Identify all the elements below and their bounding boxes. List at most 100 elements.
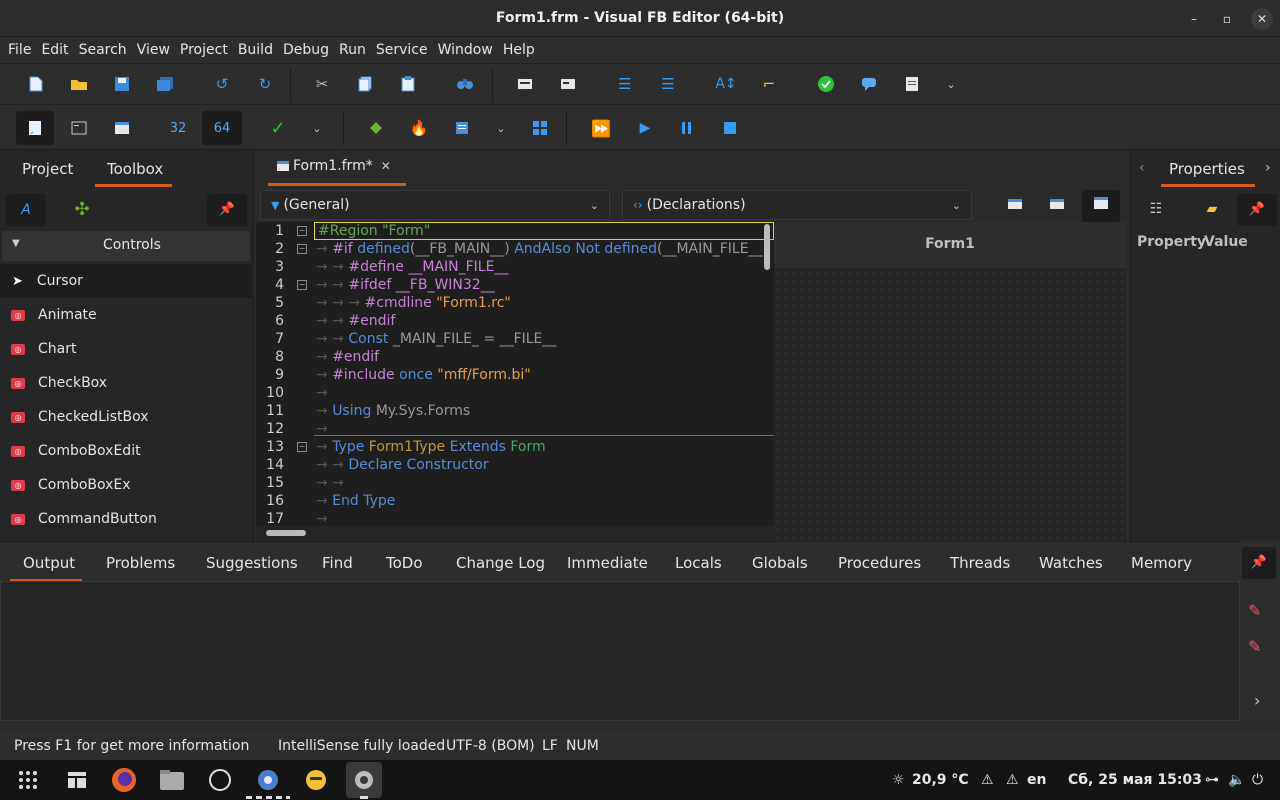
windows-overview-icon[interactable] bbox=[61, 764, 93, 796]
code-editor[interactable]: 1− #Region "Form" 2− → #if defined(__FB_MA… bbox=[256, 222, 774, 526]
fold-icon[interactable]: − bbox=[297, 226, 307, 236]
settings-gear-icon[interactable] bbox=[252, 764, 284, 796]
tab-immediate[interactable]: Immediate bbox=[567, 554, 648, 572]
fold-icon[interactable]: − bbox=[297, 244, 307, 254]
control-item[interactable]: ◎ CheckedListBox bbox=[0, 400, 252, 434]
tab-globals[interactable]: Globals bbox=[752, 554, 808, 572]
tab-threads[interactable]: Threads bbox=[950, 554, 1010, 572]
play-icon[interactable]: ▶ bbox=[630, 113, 660, 143]
close-button[interactable]: ✕ bbox=[1251, 8, 1273, 30]
minimize-button[interactable]: – bbox=[1183, 8, 1205, 30]
menu-project[interactable]: Project bbox=[180, 42, 236, 58]
ruler-icon[interactable]: ⌐ bbox=[754, 69, 784, 99]
text-tool-icon[interactable]: A bbox=[6, 194, 46, 226]
menu-help[interactable]: Help bbox=[503, 42, 543, 58]
pause-icon[interactable] bbox=[672, 113, 702, 143]
chevron-right-icon[interactable]: › bbox=[1254, 691, 1260, 710]
close-tab-icon[interactable]: ✕ bbox=[381, 159, 391, 173]
vertical-scrollbar[interactable] bbox=[764, 224, 770, 270]
clock[interactable]: Сб, 25 мая 15:03 bbox=[1068, 760, 1202, 800]
new-file-icon[interactable] bbox=[21, 69, 51, 99]
procedure-combo[interactable]: ‹› (Declarations) ⌄ bbox=[622, 190, 972, 220]
control-item[interactable]: ◎ Chart bbox=[0, 332, 252, 366]
emoji-app-icon[interactable] bbox=[300, 764, 332, 796]
build-32-button[interactable]: 32 bbox=[163, 113, 193, 143]
tab-form1[interactable]: Form1.frm* ✕ bbox=[276, 158, 391, 174]
horizontal-scrollbar[interactable] bbox=[266, 530, 306, 536]
compile-icon[interactable] bbox=[361, 113, 391, 143]
menu-build[interactable]: Build bbox=[238, 42, 281, 58]
find-icon[interactable] bbox=[450, 69, 480, 99]
control-item[interactable]: ◎ CommandButton bbox=[0, 502, 252, 536]
maximize-button[interactable]: ▫ bbox=[1216, 8, 1238, 30]
stop-icon[interactable] bbox=[715, 113, 745, 143]
chat-icon[interactable] bbox=[204, 764, 236, 796]
control-item[interactable]: ◎ ComboBoxEx bbox=[0, 468, 252, 502]
checkmark-icon[interactable]: ✓ bbox=[263, 113, 293, 143]
tab-project[interactable]: Project bbox=[22, 160, 73, 178]
files-icon[interactable] bbox=[156, 764, 188, 796]
menu-edit[interactable]: Edit bbox=[41, 42, 76, 58]
speech-bubble-icon[interactable] bbox=[854, 69, 884, 99]
menu-run[interactable]: Run bbox=[339, 42, 374, 58]
code-only-view-icon[interactable] bbox=[1000, 192, 1030, 220]
grid-icon[interactable] bbox=[525, 113, 555, 143]
comment-icon[interactable] bbox=[510, 69, 540, 99]
tab-change-log[interactable]: Change Log bbox=[456, 554, 545, 572]
eraser-all-icon[interactable]: ✎ bbox=[1248, 637, 1261, 656]
save-all-icon[interactable] bbox=[150, 69, 180, 99]
tab-procedures[interactable]: Procedures bbox=[838, 554, 921, 572]
tab-memory[interactable]: Memory bbox=[1131, 554, 1192, 572]
tab-suggestions[interactable]: Suggestions bbox=[206, 554, 298, 572]
menu-service[interactable]: Service bbox=[376, 42, 436, 58]
chevron-down-icon[interactable]: ⌄ bbox=[486, 113, 516, 143]
menu-debug[interactable]: Debug bbox=[283, 42, 337, 58]
form-caption[interactable]: Form1 bbox=[774, 222, 1126, 268]
document-icon[interactable] bbox=[897, 69, 927, 99]
weather-temperature[interactable]: 20,9 °C bbox=[912, 760, 969, 800]
power-icon[interactable]: ⏻ bbox=[1252, 760, 1263, 800]
tab-locals[interactable]: Locals bbox=[675, 554, 722, 572]
run-icon[interactable]: ⏩ bbox=[586, 113, 616, 143]
control-item[interactable]: ◎ CheckBox bbox=[0, 366, 252, 400]
paste-icon[interactable] bbox=[393, 69, 423, 99]
check-icon[interactable] bbox=[811, 69, 841, 99]
puzzle-icon[interactable]: ✣ bbox=[62, 194, 102, 226]
indent-icon[interactable]: ☰ bbox=[610, 69, 640, 99]
output-area[interactable] bbox=[0, 581, 1240, 721]
menu-view[interactable]: View bbox=[137, 42, 178, 58]
visual-fb-editor-icon[interactable] bbox=[346, 762, 382, 798]
network-icon[interactable]: ⊶ bbox=[1205, 760, 1219, 800]
control-item[interactable]: ➤ Cursor bbox=[0, 264, 252, 298]
format-icon[interactable]: A↕ bbox=[711, 69, 741, 99]
split-view-icon[interactable] bbox=[1082, 190, 1120, 222]
fold-icon[interactable]: − bbox=[297, 442, 307, 452]
tab-toolbox[interactable]: Toolbox bbox=[107, 160, 163, 178]
object-combo[interactable]: ▼ (General) ⌄ bbox=[260, 190, 610, 220]
gui-app-icon[interactable] bbox=[107, 113, 137, 143]
tab-problems[interactable]: Problems bbox=[106, 554, 175, 572]
menu-search[interactable]: Search bbox=[79, 42, 135, 58]
uncomment-icon[interactable] bbox=[553, 69, 583, 99]
tab-output[interactable]: Output bbox=[23, 554, 75, 572]
app-grid-icon[interactable] bbox=[12, 764, 44, 796]
eraser-icon[interactable]: ✎ bbox=[1248, 601, 1261, 620]
tab-watches[interactable]: Watches bbox=[1039, 554, 1103, 572]
save-icon[interactable] bbox=[107, 69, 137, 99]
code-view-icon[interactable] bbox=[16, 111, 54, 145]
volume-icon[interactable]: 🔈 bbox=[1228, 760, 1245, 800]
pin-icon[interactable]: 📌 bbox=[207, 194, 247, 226]
tab-find[interactable]: Find bbox=[322, 554, 353, 572]
menu-file[interactable]: File bbox=[8, 42, 39, 58]
chevron-right-icon[interactable]: › bbox=[1265, 160, 1271, 176]
open-folder-icon[interactable] bbox=[64, 69, 94, 99]
redo-icon[interactable]: ↻ bbox=[250, 69, 280, 99]
events-icon[interactable]: ▰ bbox=[1201, 198, 1223, 220]
chevron-left-icon[interactable]: ‹ bbox=[1139, 160, 1145, 176]
control-item[interactable]: ◎ Animate bbox=[0, 298, 252, 332]
form-view-icon[interactable] bbox=[1042, 192, 1072, 220]
fire-icon[interactable]: 🔥 bbox=[404, 113, 434, 143]
form-designer[interactable] bbox=[774, 222, 1126, 540]
warning-icon[interactable]: ⚠ bbox=[1006, 760, 1019, 800]
pin-icon[interactable]: 📌 bbox=[1242, 547, 1276, 579]
